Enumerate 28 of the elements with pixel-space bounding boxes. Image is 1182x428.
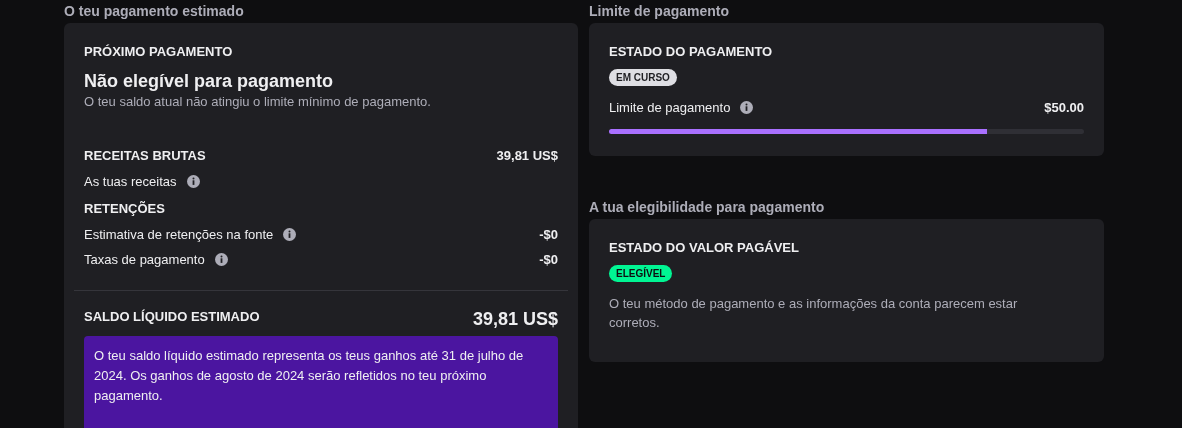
status-description: O teu saldo atual não atingiu o limite mínimo de pagamento. [84, 93, 432, 111]
card-heading: PRÓXIMO PAGAMENTO [84, 43, 234, 61]
status-badge: EM CURSO [609, 69, 677, 86]
row-label: Taxas de pagamento [84, 252, 205, 267]
row-value: 39,81 US$ [496, 147, 558, 163]
row-heading: RETENÇÕES [84, 200, 165, 216]
info-icon[interactable] [186, 175, 200, 188]
card-heading: ESTADO DO VALOR PAGÁVEL [609, 239, 800, 257]
status-title: Não elegível para pagamento [84, 70, 335, 93]
threshold-value: $50.00 [1044, 100, 1084, 115]
card-heading: ESTADO DO PAGAMENTO [609, 43, 774, 61]
section-title: A tua elegibilidade para pagamento [589, 198, 826, 217]
section-title: O teu pagamento estimado [64, 2, 245, 21]
row-value: -$0 [539, 227, 558, 242]
info-icon[interactable] [214, 253, 228, 266]
notice-banner: O teu saldo líquido estimado representa os teus ganhos até 31 de julho de 2024. Os ganhos de agosto de 2024 serão refletidos no teu próximo pagamento. [84, 336, 558, 428]
section-title: Limite de pagamento [589, 2, 731, 21]
row-label: As tuas receitas [84, 174, 177, 189]
row-value: -$0 [539, 252, 558, 267]
status-badge: ELEGÍVEL [609, 265, 673, 282]
info-icon[interactable] [283, 228, 297, 241]
net-balance-label: SALDO LÍQUIDO ESTIMADO [84, 309, 260, 324]
info-icon[interactable] [740, 101, 754, 114]
threshold-label: Limite de pagamento [609, 100, 731, 115]
net-balance-value: 39,81 US$ [472, 309, 558, 330]
row-heading: RECEITAS BRUTAS [84, 147, 206, 163]
row-label: Estimativa de retenções na fonte [84, 227, 274, 242]
eligibility-description: O teu método de pagamento e as informações da conta parecem estar corretos. [609, 295, 1019, 332]
